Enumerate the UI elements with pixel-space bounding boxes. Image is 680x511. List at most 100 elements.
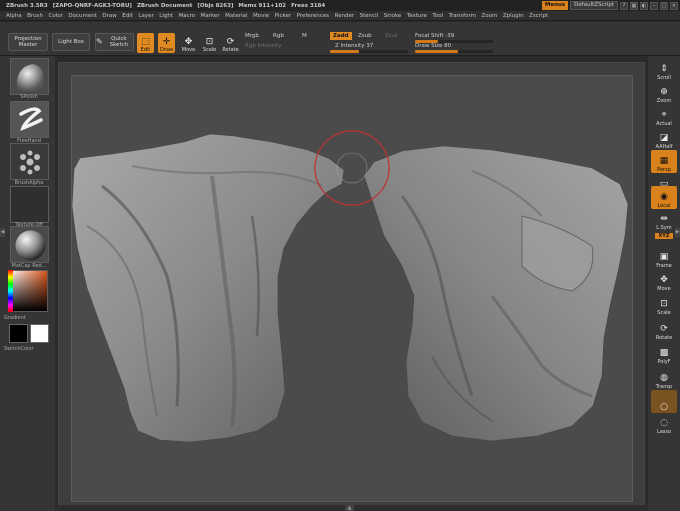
menu-stroke[interactable]: Stroke [384, 13, 402, 19]
persp-button[interactable]: ▦ Persp [651, 150, 677, 173]
quick-sketch-icon: ✎ [96, 36, 103, 46]
polyf-button[interactable]: ▩ PolyF [651, 342, 677, 365]
menu-brush[interactable]: Brush [27, 13, 43, 19]
switch-color-button[interactable]: SwitchColor [4, 346, 50, 352]
z-intensity-track[interactable] [330, 50, 408, 53]
xyz-button[interactable]: ✳XYZ [651, 227, 677, 239]
menu-tool[interactable]: Tool [432, 13, 443, 19]
menu-color[interactable]: Color [49, 13, 63, 19]
menu-layer[interactable]: Layer [138, 13, 153, 19]
rotate-button[interactable]: ⟳ Rotate [651, 318, 677, 341]
transp-button[interactable]: ◍ Transp [651, 367, 677, 390]
menu-light[interactable]: Light [159, 13, 173, 19]
edit-button[interactable]: ⬚ Edit [137, 33, 154, 53]
rgb-button[interactable]: Rgb [273, 33, 284, 39]
default-zscript-button[interactable]: DefaultZScript [570, 1, 618, 10]
help-icon[interactable]: ? [620, 1, 628, 10]
quick-sketch-button[interactable]: ✎ Quick Sketch [95, 33, 134, 51]
menu-material[interactable]: Material [225, 13, 247, 19]
focal-shift-value: -39 [445, 33, 455, 39]
menu-edit[interactable]: Edit [122, 13, 133, 19]
stroke-thumbnail[interactable] [10, 101, 49, 138]
menus-toggle-button[interactable]: Menus [541, 1, 569, 10]
scroll-button[interactable]: ⇕ Scroll [651, 58, 677, 81]
menu-alpha[interactable]: Alpha [6, 13, 22, 19]
bottom-tray-toggle-icon[interactable]: ▲ [345, 505, 354, 511]
rgb-intensity-slider[interactable]: Rgb Intensity [245, 43, 282, 49]
secondary-color-swatch[interactable] [30, 324, 49, 343]
move-button[interactable]: ✥ Move [180, 33, 197, 53]
light-box-button[interactable]: Light Box [52, 33, 90, 51]
zoom-button[interactable]: ⊕ Zoom [651, 81, 677, 104]
brush-label: SPolish [20, 94, 38, 100]
menu-zscript[interactable]: Zscript [529, 13, 548, 19]
zsub-button[interactable]: Zsub [358, 33, 372, 39]
zadd-button[interactable]: Zadd [330, 32, 352, 40]
quick-sketch-label: Quick Sketch [109, 35, 129, 48]
scale-icon: ⊡ [660, 299, 668, 309]
menu-bar: Alpha Brush Color Document Draw Edit Layer Ligh… [0, 11, 680, 21]
menu-render[interactable]: Render [335, 13, 355, 19]
brush-thumbnail[interactable] [10, 58, 49, 95]
menu-macro[interactable]: Macro [179, 13, 196, 19]
draw-button[interactable]: ✛ Draw [158, 33, 175, 53]
menu-marker[interactable]: Marker [201, 13, 220, 19]
local-button[interactable]: ◉ Local [651, 186, 677, 209]
texture-thumbnail[interactable] [10, 186, 49, 223]
menu-picker[interactable]: Picker [275, 13, 291, 19]
lasso-button[interactable]: ◌ Lasso [651, 412, 677, 435]
m-button[interactable]: M [302, 33, 307, 39]
z-intensity-fill [330, 50, 359, 53]
menu-texture[interactable]: Texture [407, 13, 427, 19]
minimize-icon[interactable]: – [650, 1, 658, 10]
lasso-label: Lasso [656, 429, 672, 435]
left-tray-toggle-icon[interactable]: ◀ [0, 228, 5, 237]
layout-icon[interactable]: ▦ [630, 1, 638, 10]
frame-icon: ▣ [659, 252, 669, 262]
menu-transform[interactable]: Transform [449, 13, 476, 19]
zoom-icon: ⊕ [660, 87, 668, 97]
maximize-icon[interactable]: □ [660, 1, 668, 10]
menu-preferences[interactable]: Preferences [297, 13, 329, 19]
hide-icon[interactable]: ◐ [640, 1, 648, 10]
title-bar: ZBrush 3.5R3 [ZAPO-QNRF-AGK3-TORU] ZBrus… [0, 0, 680, 11]
alpha-thumbnail[interactable] [10, 143, 49, 180]
move-button[interactable]: ✥ Move [651, 269, 677, 292]
document-canvas[interactable] [71, 75, 633, 502]
right-tray-toggle-icon[interactable]: ▶ [675, 228, 680, 237]
mrgb-button[interactable]: Mrgb [245, 33, 259, 39]
persp-icon: ▦ [659, 156, 669, 166]
zcut-button[interactable]: Zcut [385, 33, 397, 39]
freehand-stroke-icon [11, 102, 48, 137]
projection-master-button[interactable]: Projection Master [8, 33, 48, 51]
menu-document[interactable]: Document [68, 13, 97, 19]
focal-shift-slider[interactable]: Focal Shift -39 [415, 33, 454, 39]
draw-size-fill [415, 50, 458, 53]
right-rock-mesh [363, 145, 629, 442]
actual-button[interactable]: ⌖ Actual [651, 104, 677, 127]
frame-button[interactable]: ▣ Frame [651, 246, 677, 269]
hue-strip[interactable] [8, 270, 13, 312]
draw-size-track[interactable] [415, 50, 493, 53]
menu-stencil[interactable]: Stencil [360, 13, 379, 19]
menu-zplugin[interactable]: Zplugin [503, 13, 524, 19]
move-label: Move [181, 47, 196, 53]
aahalf-button[interactable]: ◪ AAHalf [651, 127, 677, 150]
local-icon: ◉ [660, 192, 668, 202]
color-picker[interactable] [8, 270, 48, 312]
lsym-icon: ⇹ [660, 214, 668, 224]
z-intensity-slider[interactable]: Z Intensity 37 [335, 43, 373, 49]
menu-movie[interactable]: Movie [253, 13, 269, 19]
ghost-button[interactable]: ○Ghost [651, 390, 677, 413]
draw-label: Draw [159, 47, 174, 53]
draw-size-slider[interactable]: Draw Size 80 [415, 43, 451, 49]
scale-button[interactable]: ⊡ Scale [201, 33, 218, 53]
material-thumbnail[interactable] [10, 226, 49, 263]
brush-sphere-icon [16, 64, 44, 92]
rotate-button[interactable]: ⟳ Rotate [222, 33, 239, 53]
close-icon[interactable]: × [670, 1, 678, 10]
menu-zoom[interactable]: Zoom [481, 13, 497, 19]
scale-button[interactable]: ⊡ Scale [651, 293, 677, 316]
menu-draw[interactable]: Draw [102, 13, 116, 19]
primary-color-swatch[interactable] [9, 324, 28, 343]
